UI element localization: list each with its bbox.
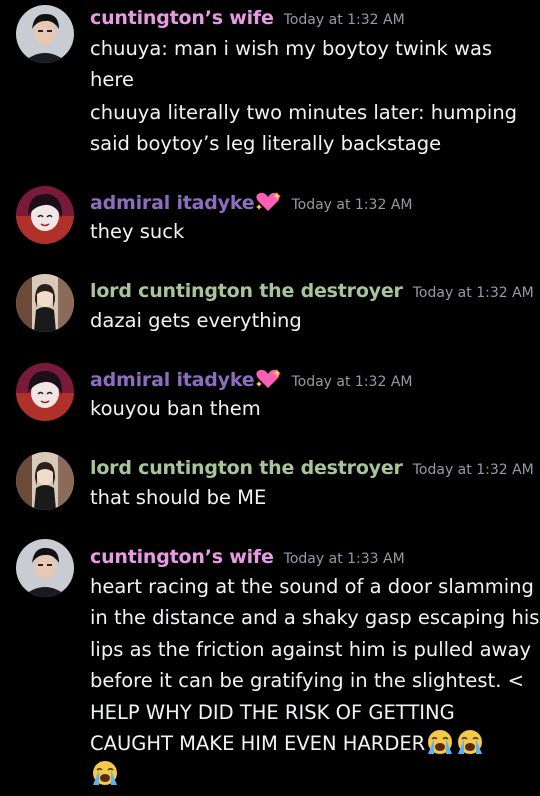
username[interactable]: admiral itadyke	[90, 192, 255, 214]
loudly-crying-face-icon	[90, 760, 120, 795]
message-text: kouyou ban them	[90, 397, 261, 420]
username[interactable]: lord cuntington the destroyer	[90, 280, 403, 302]
message-text: dazai gets everything	[90, 309, 302, 332]
timestamp: Today at 1:32 AM	[412, 462, 534, 478]
avatar-lord-image	[16, 274, 74, 332]
message-text: said boytoy’s leg literally backstage	[90, 132, 442, 155]
avatar-admiral-image	[16, 363, 74, 421]
avatar-admiral-image	[16, 186, 74, 244]
message-text: chuuya literally two minutes later: hump…	[90, 101, 518, 124]
message-header: admiral itadyke Today at 1:32 AM	[90, 368, 412, 394]
sparkling-heart-icon	[255, 368, 282, 394]
avatar-wife-image	[16, 539, 74, 597]
message-text: they suck	[90, 220, 185, 243]
username[interactable]: lord cuntington the destroyer	[90, 457, 403, 479]
avatar[interactable]	[16, 274, 74, 332]
sparkling-heart-icon	[255, 191, 282, 217]
message-text: in the distance and a shaky gasp escapin…	[90, 606, 540, 629]
message-header: lord cuntington the destroyer Today at 1:…	[90, 280, 534, 302]
username[interactable]: admiral itadyke	[90, 369, 255, 391]
message-header: cuntington’s wife Today at 1:33 AM	[90, 546, 405, 568]
avatar[interactable]	[16, 452, 74, 510]
message-header: admiral itadyke Today at 1:32 AM	[90, 191, 412, 217]
avatar-lord-image	[16, 452, 74, 510]
message-text: that should be ME	[90, 486, 267, 509]
message-text: lips as the friction against him is pull…	[90, 638, 531, 661]
avatar[interactable]	[16, 186, 74, 244]
avatar[interactable]	[16, 539, 74, 597]
timestamp: Today at 1:32 AM	[291, 197, 413, 213]
message-text: before it can be gratifying in the sligh…	[90, 669, 524, 692]
message-text: heart racing at the sound of a door slam…	[90, 575, 534, 598]
message-text: here	[90, 68, 134, 91]
avatar-wife-image	[16, 5, 74, 63]
avatar[interactable]	[16, 5, 74, 63]
message-text-part: CAUGHT MAKE HIM EVEN HARDER	[90, 732, 426, 755]
timestamp: Today at 1:32 AM	[412, 285, 534, 301]
timestamp: Today at 1:32 AM	[283, 12, 405, 28]
avatar[interactable]	[16, 363, 74, 421]
message-header: cuntington’s wife Today at 1:32 AM	[90, 7, 405, 29]
timestamp: Today at 1:32 AM	[291, 374, 413, 390]
timestamp: Today at 1:33 AM	[283, 551, 405, 567]
message-header: lord cuntington the destroyer Today at 1:…	[90, 457, 534, 479]
username[interactable]: cuntington’s wife	[90, 7, 274, 29]
message-text	[90, 759, 530, 795]
message-text: HELP WHY DID THE RISK OF GETTING	[90, 701, 455, 724]
message-text: chuuya: man i wish my boytoy twink was	[90, 37, 493, 60]
username[interactable]: cuntington’s wife	[90, 546, 274, 568]
